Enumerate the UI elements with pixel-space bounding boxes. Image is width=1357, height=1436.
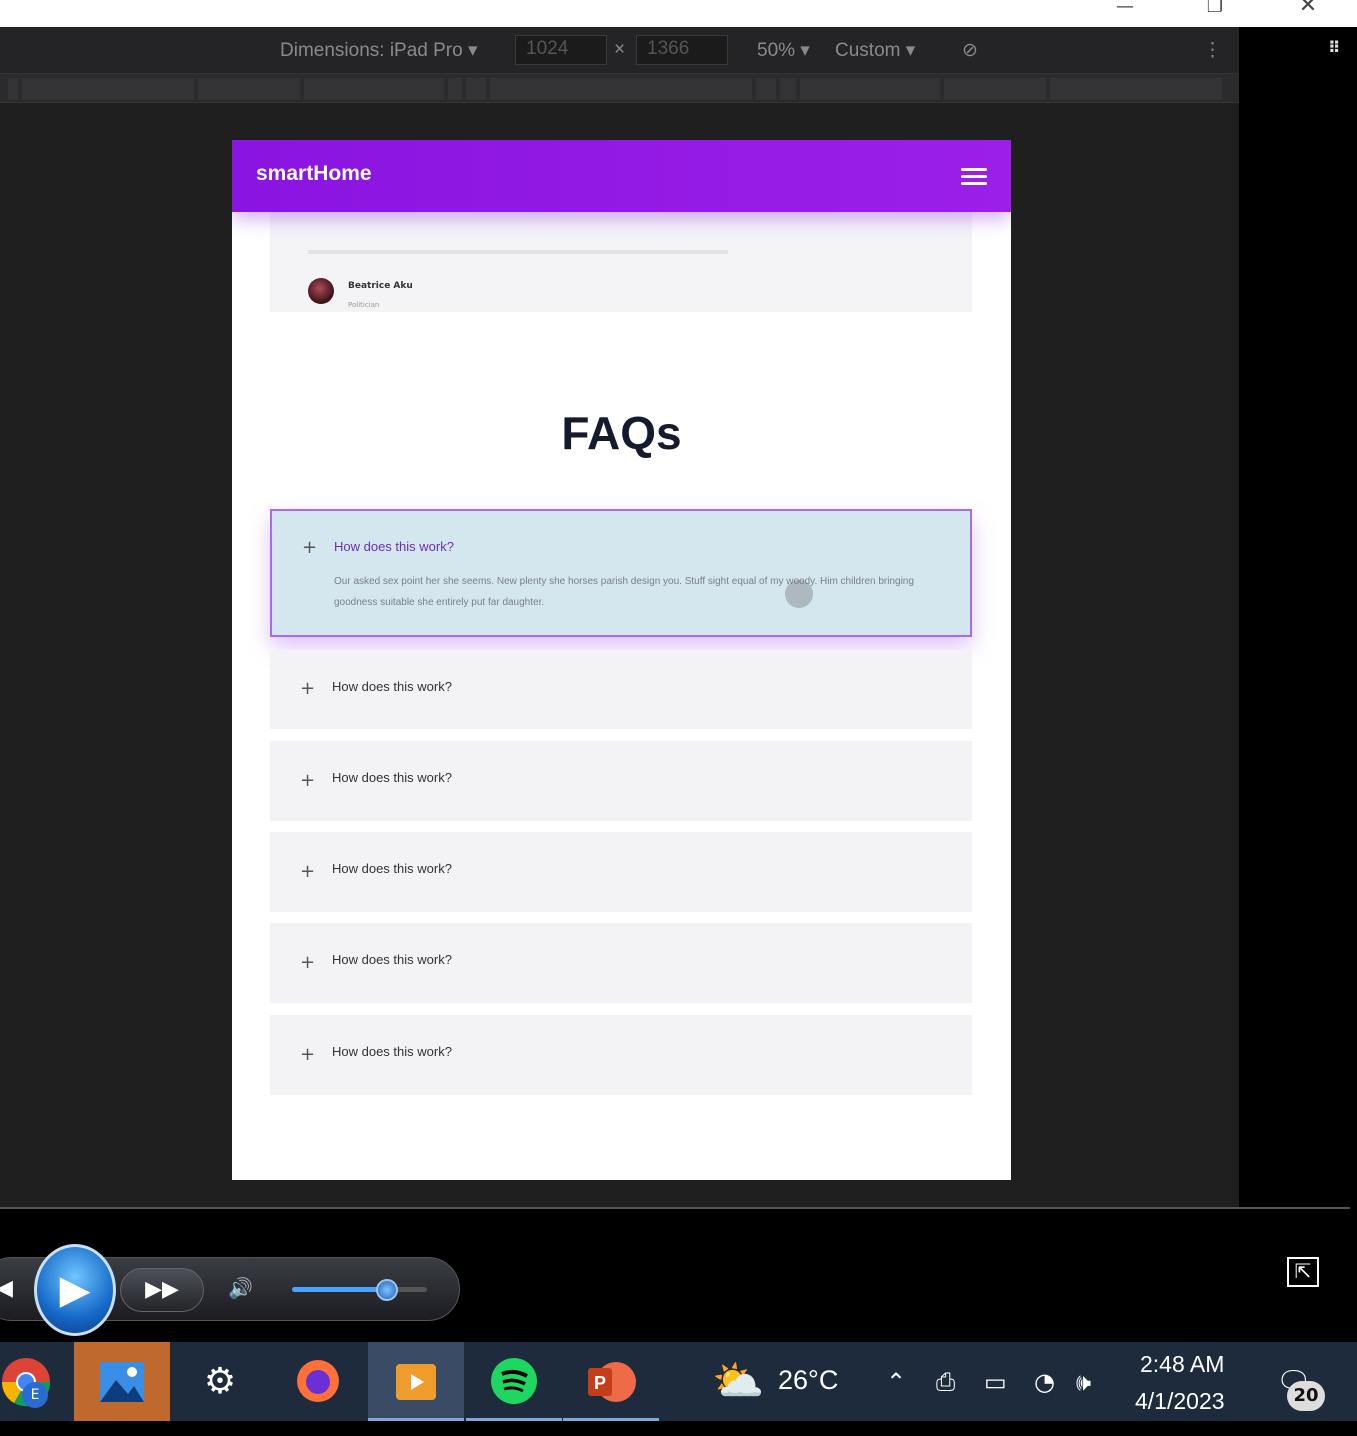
testimonial-role: Politician xyxy=(348,301,380,309)
height-input[interactable]: 1366 xyxy=(636,35,728,65)
testimonial-author: Beatrice Aku xyxy=(348,281,413,291)
chrome-profile-badge: E xyxy=(22,1382,48,1408)
plus-icon: + xyxy=(300,861,316,882)
notification-count[interactable]: 20 xyxy=(1287,1381,1325,1411)
plus-icon: + xyxy=(302,537,318,558)
play-button[interactable]: ▶ xyxy=(34,1244,116,1336)
volume-icon[interactable]: 🔊 xyxy=(228,1276,253,1300)
volume-knob[interactable] xyxy=(375,1279,398,1301)
device-toolbar: Dimensions: iPad Pro ▾ 1024 × 1366 50% ▾… xyxy=(0,27,1239,73)
chrome-icon[interactable]: E xyxy=(0,1342,74,1421)
device-viewport: smartHome Beatrice Aku Politician FAQs +… xyxy=(232,140,1011,1180)
previous-icon[interactable]: ◀ xyxy=(0,1276,13,1301)
throttle-dropdown[interactable]: Custom ▾ xyxy=(835,39,915,62)
window-title-bar: — ❐ ✕ xyxy=(0,0,1357,27)
media-query-bar xyxy=(0,73,1239,103)
plus-icon: + xyxy=(300,1044,316,1065)
faq-question[interactable]: How does this work? xyxy=(332,770,452,785)
popout-icon[interactable]: ⇱ xyxy=(1287,1257,1319,1287)
faq-item[interactable]: + How does this work? xyxy=(270,650,972,729)
temperature[interactable]: 26°C xyxy=(778,1365,838,1396)
powerpoint-icon[interactable]: P xyxy=(563,1342,659,1421)
brand-logo[interactable]: smartHome xyxy=(256,162,372,186)
faq-question[interactable]: How does this work? xyxy=(334,539,454,554)
fast-forward-button[interactable]: ▶▶ xyxy=(120,1268,204,1312)
more-options-icon[interactable]: ⋮ xyxy=(1203,39,1222,62)
faq-question[interactable]: How does this work? xyxy=(332,861,452,876)
plus-icon: + xyxy=(300,952,316,973)
faq-item[interactable]: + How does this work? xyxy=(270,923,972,1003)
clock-date[interactable]: 4/1/2023 xyxy=(1135,1388,1225,1415)
plus-icon: + xyxy=(300,770,316,791)
menu-icon[interactable] xyxy=(961,168,987,189)
times-sign: × xyxy=(614,39,626,60)
seek-bar[interactable] xyxy=(0,1207,1350,1209)
navbar: smartHome xyxy=(232,140,1011,212)
mouse-cursor-highlight xyxy=(785,580,813,608)
page-title: FAQs xyxy=(561,407,682,459)
minimize-icon[interactable]: — xyxy=(1102,0,1148,27)
close-icon[interactable]: ✕ xyxy=(1285,0,1331,27)
svg-text:P: P xyxy=(594,1373,606,1393)
photos-icon[interactable] xyxy=(74,1342,170,1421)
weather-icon[interactable]: ⛅ xyxy=(712,1356,764,1406)
zoom-dropdown[interactable]: 50% ▾ xyxy=(757,39,810,62)
spotify-icon[interactable] xyxy=(466,1342,562,1421)
rotate-icon[interactable]: ⊘ xyxy=(962,39,978,62)
faq-item[interactable]: + How does this work? xyxy=(270,741,972,821)
battery-icon[interactable]: ▭ xyxy=(984,1368,1007,1396)
dock-side-icon[interactable]: ⠿ xyxy=(1328,38,1341,57)
clock-time[interactable]: 2:48 AM xyxy=(1140,1351,1224,1378)
faq-item[interactable]: + How does this work? xyxy=(270,832,972,912)
faq-question[interactable]: How does this work? xyxy=(332,679,452,694)
width-input[interactable]: 1024 xyxy=(515,35,607,65)
settings-icon[interactable]: ⚙ xyxy=(172,1342,268,1421)
testimonial-text-faded xyxy=(308,250,728,254)
dimensions-dropdown[interactable]: Dimensions: iPad Pro ▾ xyxy=(280,39,478,62)
wifi-icon[interactable]: ◔ xyxy=(1034,1368,1055,1396)
plus-icon: + xyxy=(300,678,316,699)
movies-tv-icon[interactable] xyxy=(368,1342,464,1421)
volume-slider[interactable] xyxy=(292,1287,427,1292)
show-hidden-icons-icon[interactable]: ⌃ xyxy=(886,1368,906,1396)
firefox-icon[interactable] xyxy=(270,1342,366,1421)
speaker-icon[interactable]: 🕪 xyxy=(1076,1368,1091,1396)
restore-icon[interactable]: ❐ xyxy=(1192,0,1238,27)
meet-now-icon[interactable]: ⎙ xyxy=(936,1368,955,1396)
faq-question[interactable]: How does this work? xyxy=(332,952,452,967)
faq-answer: Our asked sex point her she seems. New p… xyxy=(334,576,914,608)
avatar xyxy=(308,278,334,304)
faq-item[interactable]: + How does this work? Our asked sex poin… xyxy=(270,509,972,637)
faq-question[interactable]: How does this work? xyxy=(332,1044,452,1059)
faq-item[interactable]: + How does this work? xyxy=(270,1015,972,1095)
